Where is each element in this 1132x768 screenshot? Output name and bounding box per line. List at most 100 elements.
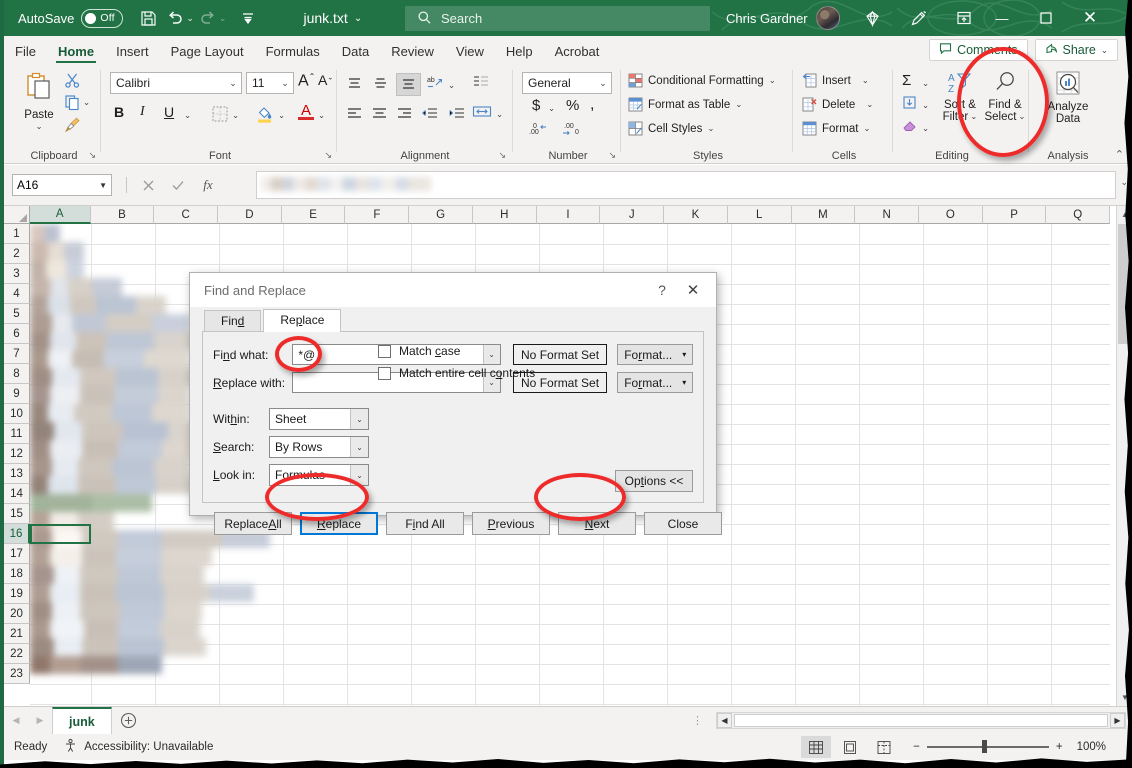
row-header-2[interactable]: 2 — [4, 244, 30, 264]
accessibility-status[interactable]: Accessibility: Unavailable — [63, 738, 213, 756]
collapse-ribbon-icon[interactable]: ⌃ — [1115, 148, 1124, 161]
cancel-icon[interactable] — [133, 174, 163, 196]
search-select[interactable]: By Rows ⌄ — [269, 436, 369, 458]
row-header-4[interactable]: 4 — [4, 284, 30, 304]
ribbon-tab-acrobat[interactable]: Acrobat — [544, 42, 611, 64]
align-bottom-icon[interactable] — [396, 73, 421, 96]
zoom-out-button[interactable]: − — [913, 741, 920, 753]
column-header-A[interactable]: A — [30, 206, 91, 224]
document-title[interactable]: junk.txt ⌄ — [303, 10, 362, 26]
look-in-select[interactable]: Formulas ⌄ — [269, 464, 369, 486]
accounting-format-icon[interactable]: $ — [532, 97, 540, 114]
merge-and-center-icon[interactable] — [472, 104, 492, 123]
replace-format-button[interactable]: Format... ▾ — [617, 372, 693, 393]
share-button[interactable]: Share ⌄ — [1035, 39, 1118, 61]
sort-and-filter-button[interactable]: AZ Sort & Filter ⌄ — [938, 70, 982, 123]
column-header-H[interactable]: H — [473, 206, 537, 224]
ribbon-tab-file[interactable]: File — [4, 42, 47, 64]
sort-filter-caret[interactable]: ⌄ — [970, 111, 977, 123]
row-header-16[interactable]: 16 — [4, 524, 30, 544]
row-header-23[interactable]: 23 — [4, 664, 30, 684]
format-cells-caret[interactable]: ⌄ — [863, 123, 870, 134]
bold-button[interactable]: B — [114, 104, 124, 120]
column-header-K[interactable]: K — [664, 206, 728, 224]
help-icon[interactable]: ? — [648, 275, 676, 305]
match-entire-checkbox[interactable] — [378, 367, 391, 380]
fill-caret[interactable]: ⌄ — [922, 100, 929, 111]
autosum-icon[interactable]: Σ — [902, 72, 911, 89]
zoom-slider[interactable]: − + — [913, 741, 1062, 753]
column-header-Q[interactable]: Q — [1046, 206, 1110, 224]
redo-caret[interactable]: ⌄ — [219, 13, 227, 24]
within-select[interactable]: Sheet ⌄ — [269, 408, 369, 430]
column-header-N[interactable]: N — [855, 206, 919, 224]
decrease-decimal-icon[interactable]: .000 — [562, 121, 584, 140]
user-account[interactable]: Chris Gardner — [726, 0, 840, 36]
tab-scroll-split[interactable]: ⋮ — [692, 714, 704, 727]
previous-sheet-icon[interactable]: ◀ — [4, 708, 28, 734]
increase-indent-icon[interactable] — [448, 106, 466, 123]
ribbon-tab-view[interactable]: View — [445, 42, 495, 64]
ribbon-display-options-icon[interactable] — [951, 5, 977, 31]
format-as-table-caret[interactable]: ⌄ — [735, 99, 742, 110]
avatar[interactable] — [816, 6, 840, 30]
row-header-8[interactable]: 8 — [4, 364, 30, 384]
select-all-corner[interactable] — [4, 206, 30, 224]
row-header-6[interactable]: 6 — [4, 324, 30, 344]
close-icon[interactable]: ✕ — [676, 275, 710, 305]
autosave-toggle[interactable]: AutoSave Off — [18, 9, 123, 28]
clear-caret[interactable]: ⌄ — [922, 123, 929, 134]
previous-button[interactable]: Previous — [472, 512, 550, 535]
dialog-title-bar[interactable]: Find and Replace ? ✕ — [190, 273, 716, 307]
clipboard-dialog-launcher[interactable]: ↘ — [88, 150, 96, 161]
font-name-caret[interactable]: ⌄ — [225, 78, 241, 89]
cut-button[interactable] — [64, 72, 81, 92]
column-header-E[interactable]: E — [282, 206, 346, 224]
match-case-checkbox[interactable] — [378, 345, 391, 358]
horizontal-scrollbar[interactable]: ◀ ▶ — [716, 712, 1126, 729]
search-caret[interactable]: ⌄ — [350, 437, 368, 457]
font-name-combo[interactable]: Calibri ⌄ — [110, 72, 242, 94]
conditional-formatting-caret[interactable]: ⌄ — [769, 75, 776, 86]
align-right-icon[interactable] — [396, 106, 413, 123]
merge-caret[interactable]: ⌄ — [496, 109, 503, 120]
match-entire-option[interactable]: Match entire cell contents — [378, 366, 535, 380]
row-header-11[interactable]: 11 — [4, 424, 30, 444]
row-header-19[interactable]: 19 — [4, 584, 30, 604]
within-caret[interactable]: ⌄ — [350, 409, 368, 429]
autosave-switch[interactable]: Off — [81, 9, 123, 28]
row-header-18[interactable]: 18 — [4, 564, 30, 584]
row-header-1[interactable]: 1 — [4, 224, 30, 244]
replace-all-button[interactable]: Replace All — [214, 512, 292, 535]
font-dialog-launcher[interactable]: ↘ — [324, 150, 332, 161]
zoom-in-button[interactable]: + — [1056, 741, 1063, 753]
number-dialog-launcher[interactable]: ↘ — [608, 150, 616, 161]
row-header-14[interactable]: 14 — [4, 484, 30, 504]
page-layout-view-icon[interactable] — [835, 736, 865, 758]
conditional-formatting-button[interactable]: Conditional Formatting ⌄ — [628, 73, 776, 88]
row-header-5[interactable]: 5 — [4, 304, 30, 324]
column-header-I[interactable]: I — [537, 206, 601, 224]
comma-style-icon[interactable]: , — [590, 96, 594, 114]
fill-down-icon[interactable] — [902, 95, 917, 113]
ribbon-tab-page-layout[interactable]: Page Layout — [160, 42, 255, 64]
row-header-13[interactable]: 13 — [4, 464, 30, 484]
maximize-button[interactable] — [1024, 0, 1068, 36]
find-format-caret[interactable]: ▾ — [682, 350, 686, 359]
row-header-17[interactable]: 17 — [4, 544, 30, 564]
column-header-P[interactable]: P — [983, 206, 1047, 224]
orientation-caret[interactable]: ⌄ — [448, 80, 455, 91]
next-button[interactable]: Next — [558, 512, 636, 535]
column-header-L[interactable]: L — [728, 206, 792, 224]
close-button[interactable]: ✕ — [1068, 0, 1112, 36]
save-icon[interactable] — [135, 5, 161, 31]
copy-caret[interactable]: ⌄ — [83, 97, 90, 108]
copy-button[interactable]: ⌄ — [64, 94, 90, 111]
normal-view-icon[interactable] — [801, 736, 831, 758]
font-size-combo[interactable]: 11 ⌄ — [246, 72, 294, 94]
zoom-thumb[interactable] — [982, 740, 987, 753]
delete-cells-caret[interactable]: ⌄ — [866, 99, 873, 110]
comments-button[interactable]: Comments — [929, 39, 1027, 61]
align-middle-icon[interactable] — [372, 76, 389, 93]
next-sheet-icon[interactable]: ▶ — [28, 708, 52, 734]
